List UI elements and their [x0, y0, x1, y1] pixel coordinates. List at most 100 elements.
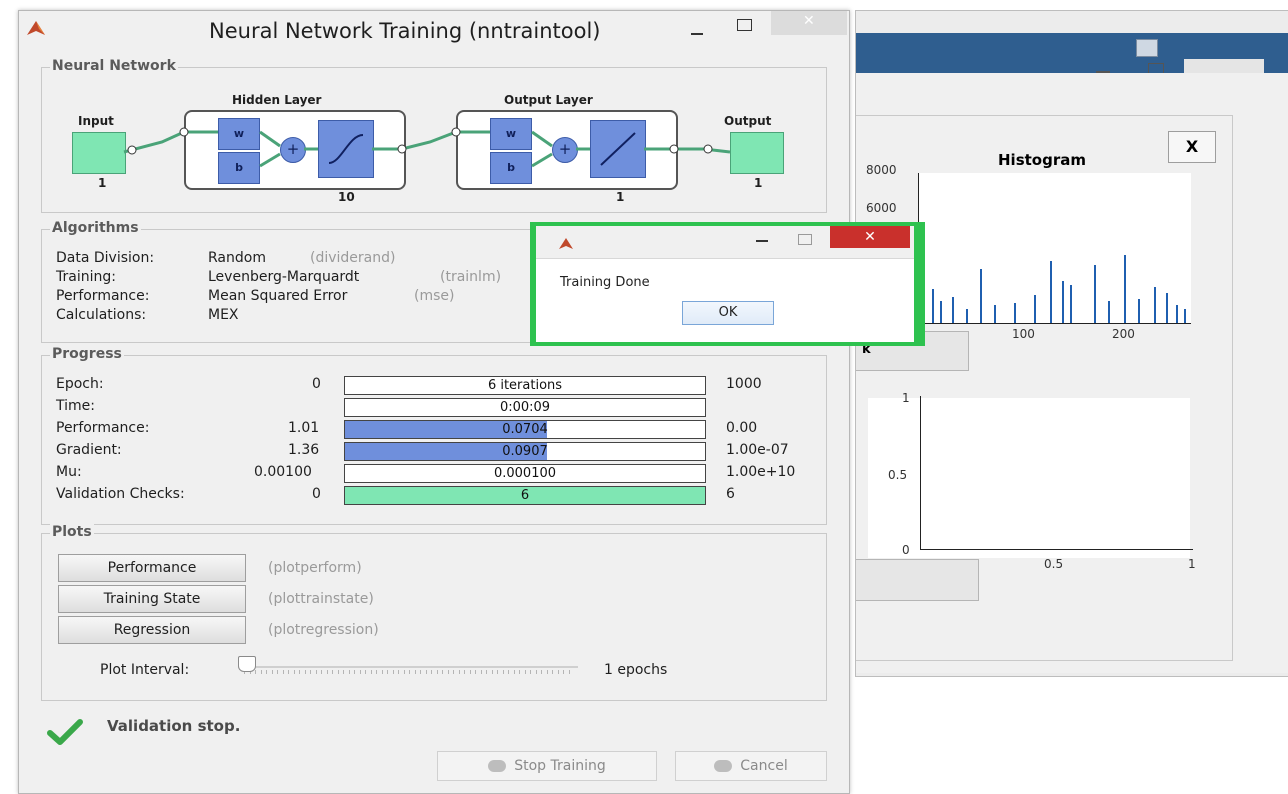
- progress-start: 1.01: [288, 420, 320, 436]
- slider-tick: [425, 670, 427, 674]
- progress-start: 1.36: [288, 442, 320, 458]
- dialog-message: Training Done: [560, 275, 650, 290]
- histogram-bars: [932, 255, 1186, 323]
- algorithm-label: Performance:: [56, 288, 150, 304]
- plots-group: Plots Performance (plotperform) Training…: [41, 524, 827, 701]
- lower-plot-button-partial[interactable]: [856, 559, 979, 601]
- algorithm-value: Random: [208, 250, 266, 266]
- save-icon[interactable]: [1136, 39, 1158, 57]
- slider-tick: [365, 670, 366, 674]
- progress-end: 1.00e+10: [726, 464, 796, 480]
- ok-button[interactable]: OK: [682, 301, 774, 325]
- histogram-ytick: 6000: [866, 201, 897, 215]
- slider-tick: [337, 670, 339, 674]
- dialog-maximize-icon[interactable]: [798, 234, 812, 245]
- stop-icon: [488, 760, 507, 772]
- algorithm-value: MEX: [208, 307, 239, 323]
- slider-tick: [315, 670, 317, 674]
- slider-tick: [260, 670, 262, 674]
- second-plot-ytick: 0: [902, 543, 910, 557]
- slider-tick: [255, 670, 256, 674]
- slider-ticks: [238, 656, 578, 682]
- slider-tick: [376, 670, 377, 674]
- slider-tick: [409, 670, 410, 674]
- slider-tick: [475, 670, 476, 674]
- dialog-minimize-icon[interactable]: [756, 240, 768, 242]
- progress-start: 0: [312, 486, 321, 502]
- slider-tick: [541, 670, 542, 674]
- slider-tick: [398, 670, 399, 674]
- progress-current: 6 iterations: [487, 378, 563, 393]
- group-title: Algorithms: [50, 220, 141, 236]
- training-done-dialog: ✕ Training Done OK: [530, 222, 925, 346]
- histogram-close-button[interactable]: X: [1168, 131, 1216, 163]
- slider-thumb[interactable]: [238, 656, 256, 672]
- algorithm-code: (trainlm): [440, 269, 502, 285]
- neural-network-group: Neural Network Input 1 Hidden Layer w b …: [41, 58, 827, 213]
- dialog-body: ✕ Training Done OK: [536, 226, 914, 342]
- slider-tick: [326, 670, 328, 674]
- slider-tick: [563, 670, 564, 674]
- dialog-close-button[interactable]: ✕: [830, 226, 910, 248]
- progress-current: 0.0907: [502, 444, 548, 459]
- close-button[interactable]: ✕: [771, 11, 847, 35]
- progress-label: Gradient:: [56, 442, 122, 458]
- progress-bar-gradient: 0.0907: [344, 442, 706, 461]
- status-text: Validation stop.: [107, 717, 241, 735]
- maximize-icon[interactable]: [737, 19, 752, 31]
- slider-tick: [524, 670, 526, 674]
- slider-tick: [431, 670, 432, 674]
- slider-tick: [530, 670, 531, 674]
- progress-start: 0: [312, 376, 321, 392]
- plot-interval-label: Plot Interval:: [100, 662, 190, 678]
- slider-tick: [508, 670, 509, 674]
- slider-tick: [348, 670, 350, 674]
- algorithm-label: Data Division:: [56, 250, 155, 266]
- slider-tick: [381, 670, 383, 674]
- progress-current: 6: [520, 488, 530, 503]
- slider-tick: [282, 670, 284, 674]
- stop-training-button[interactable]: Stop Training: [437, 751, 657, 781]
- progress-label: Time:: [56, 398, 95, 414]
- histogram-plot: [918, 173, 1191, 324]
- plot-function: (plotperform): [268, 560, 362, 576]
- cancel-button[interactable]: Cancel: [675, 751, 827, 781]
- slider-tick: [546, 670, 548, 674]
- algorithm-label: Calculations:: [56, 307, 147, 323]
- progress-end: 6: [726, 486, 735, 502]
- slider-tick: [299, 670, 300, 674]
- nntraintool-window: Neural Network Training (nntraintool) ✕ …: [18, 10, 850, 794]
- progress-label: Mu:: [56, 464, 82, 480]
- histogram-xtick: 100: [1012, 327, 1035, 341]
- window-title: Neural Network Training (nntraintool): [209, 19, 601, 43]
- slider-tick: [535, 670, 537, 674]
- slider-tick: [370, 670, 372, 674]
- slider-tick: [513, 670, 515, 674]
- slider-tick: [447, 670, 449, 674]
- slider-tick: [293, 670, 295, 674]
- slider-tick: [458, 670, 460, 674]
- regression-plot-button[interactable]: Regression: [58, 616, 246, 644]
- group-title: Plots: [50, 524, 94, 540]
- algorithm-value: Mean Squared Error: [208, 288, 348, 304]
- performance-plot-button[interactable]: Performance: [58, 554, 246, 582]
- minimize-icon[interactable]: [691, 33, 703, 35]
- progress-bar-validation: 6: [344, 486, 706, 505]
- plot-interval-slider[interactable]: [238, 656, 578, 682]
- slider-tick: [403, 670, 405, 674]
- progress-end: 1000: [726, 376, 762, 392]
- slider-tick: [343, 670, 344, 674]
- histogram-xtick: 200: [1112, 327, 1135, 341]
- slider-tick: [288, 670, 289, 674]
- slider-tick: [321, 670, 322, 674]
- stop-training-label: Stop Training: [514, 758, 606, 774]
- slider-tick: [414, 670, 416, 674]
- slider-tick: [502, 670, 504, 674]
- slider-tick: [359, 670, 361, 674]
- training-state-plot-button[interactable]: Training State: [58, 585, 246, 613]
- slider-tick: [453, 670, 454, 674]
- plot-interval-value: 1 epochs: [604, 662, 668, 678]
- slider-tick: [266, 670, 267, 674]
- slider-tick: [277, 670, 278, 674]
- algorithm-label: Training:: [56, 269, 116, 285]
